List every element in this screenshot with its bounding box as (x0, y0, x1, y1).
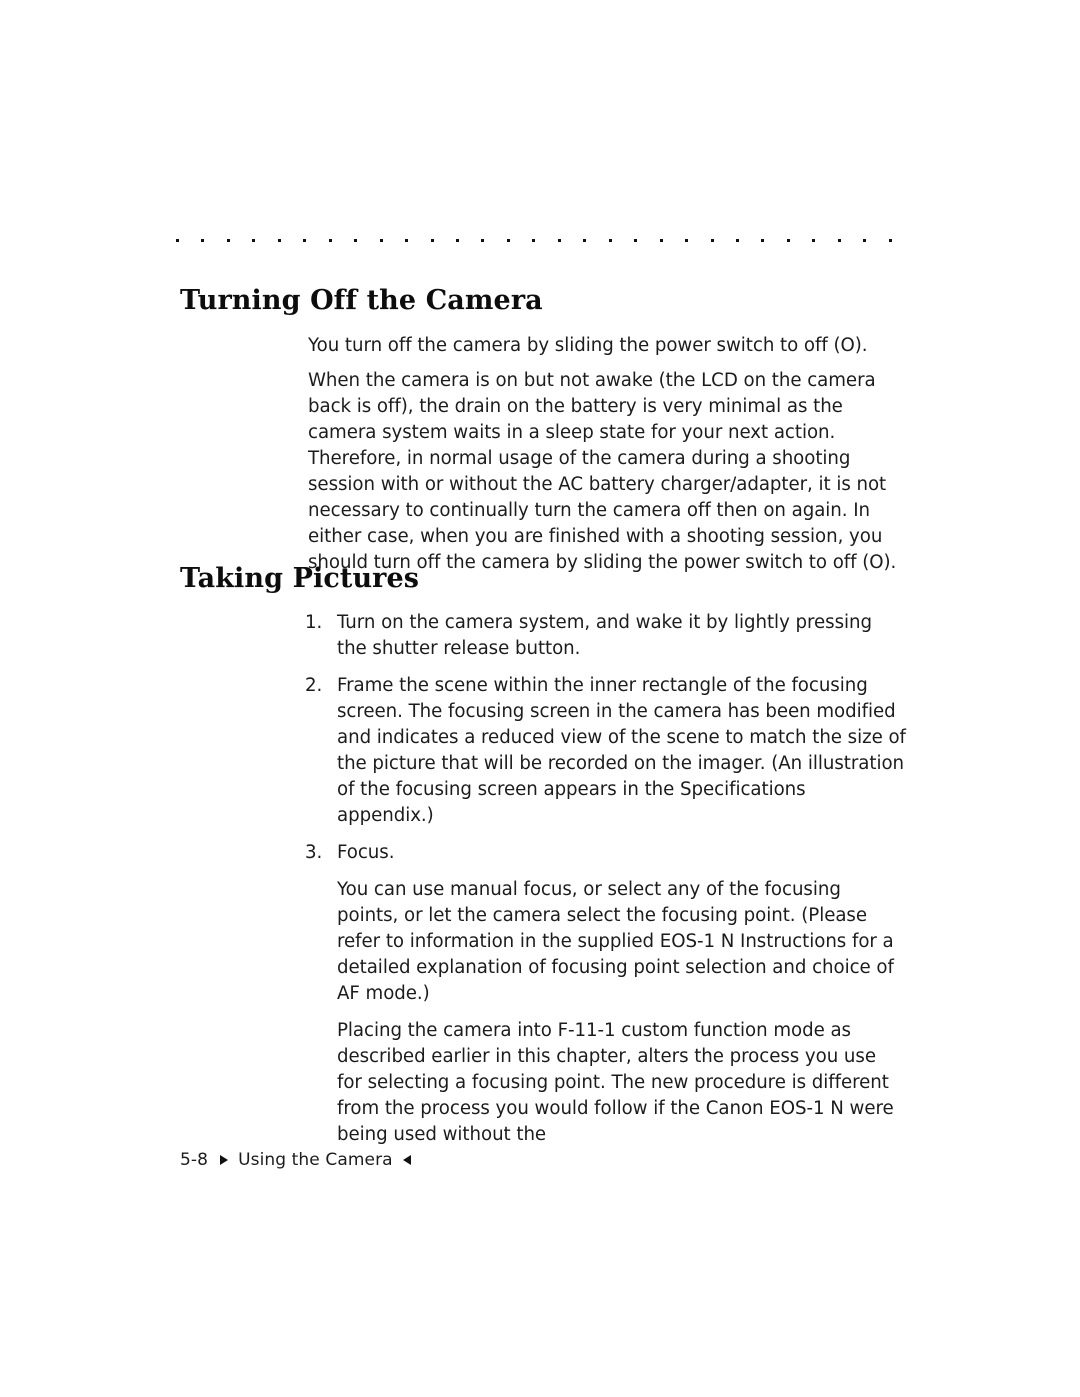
rule-dot (252, 238, 256, 242)
list-item-text: Turn on the camera system, and wake it b… (337, 612, 872, 659)
list-item: 3. Focus. (302, 840, 906, 866)
footer-chapter-label: Using the Camera (238, 1150, 393, 1170)
section-heading-turning-off-the-camera: Turning Off the Camera (180, 285, 543, 316)
rule-dot (176, 238, 179, 242)
rule-dot (812, 238, 816, 242)
triangle-right-icon (220, 1155, 229, 1165)
rule-dot (455, 238, 459, 242)
rule-dot (379, 238, 383, 242)
paragraph-custom-function-mode: Placing the camera into F-11-1 custom fu… (337, 1020, 894, 1145)
footer-page-number: 5-8 (180, 1150, 209, 1170)
rule-dot (481, 238, 485, 242)
page-footer: 5-8 Using the Camera (180, 1150, 411, 1170)
paragraph-power-off-intro: You turn off the camera by sliding the p… (308, 335, 868, 356)
rule-dot (761, 238, 765, 242)
list-item-text: Frame the scene within the inner rectang… (337, 675, 906, 826)
rule-dot (685, 238, 689, 242)
rule-dot (354, 238, 358, 242)
list-item: 1. Turn on the camera system, and wake i… (302, 610, 906, 662)
rule-dot (506, 238, 510, 242)
rule-dot (863, 238, 867, 242)
rule-dot (226, 238, 230, 242)
rule-dot (710, 238, 714, 242)
rule-dot (430, 238, 434, 242)
rule-dot (888, 238, 892, 242)
paragraph-manual-focus: You can use manual focus, or select any … (337, 879, 894, 1004)
document-page: Turning Off the Camera You turn off the … (0, 0, 1080, 1397)
list-item-number: 1. (305, 612, 323, 633)
rule-dot (659, 238, 663, 242)
rule-dot (532, 238, 536, 242)
rule-dot (634, 238, 638, 242)
section-heading-taking-pictures: Taking Pictures (180, 563, 420, 594)
rule-dot (328, 238, 332, 242)
rule-dot (303, 238, 307, 242)
rule-dot (405, 238, 409, 242)
list-item-text: Focus. (337, 842, 395, 863)
dotted-rule-divider (176, 236, 892, 244)
paragraph-sleep-state: When the camera is on but not awake (the… (308, 370, 897, 573)
taking-pictures-step-list: 1. Turn on the camera system, and wake i… (302, 610, 906, 1148)
rule-dot (557, 238, 561, 242)
list-item-number: 2. (305, 675, 323, 696)
rule-dot (277, 238, 281, 242)
rule-dot (608, 238, 612, 242)
list-item: 2. Frame the scene within the inner rect… (302, 673, 906, 829)
rule-dot (786, 238, 790, 242)
list-item-number: 3. (305, 842, 323, 863)
rule-dot (735, 238, 739, 242)
rule-dot (837, 238, 841, 242)
rule-dot (583, 238, 587, 242)
rule-dot (201, 238, 205, 242)
triangle-left-icon (402, 1155, 411, 1165)
